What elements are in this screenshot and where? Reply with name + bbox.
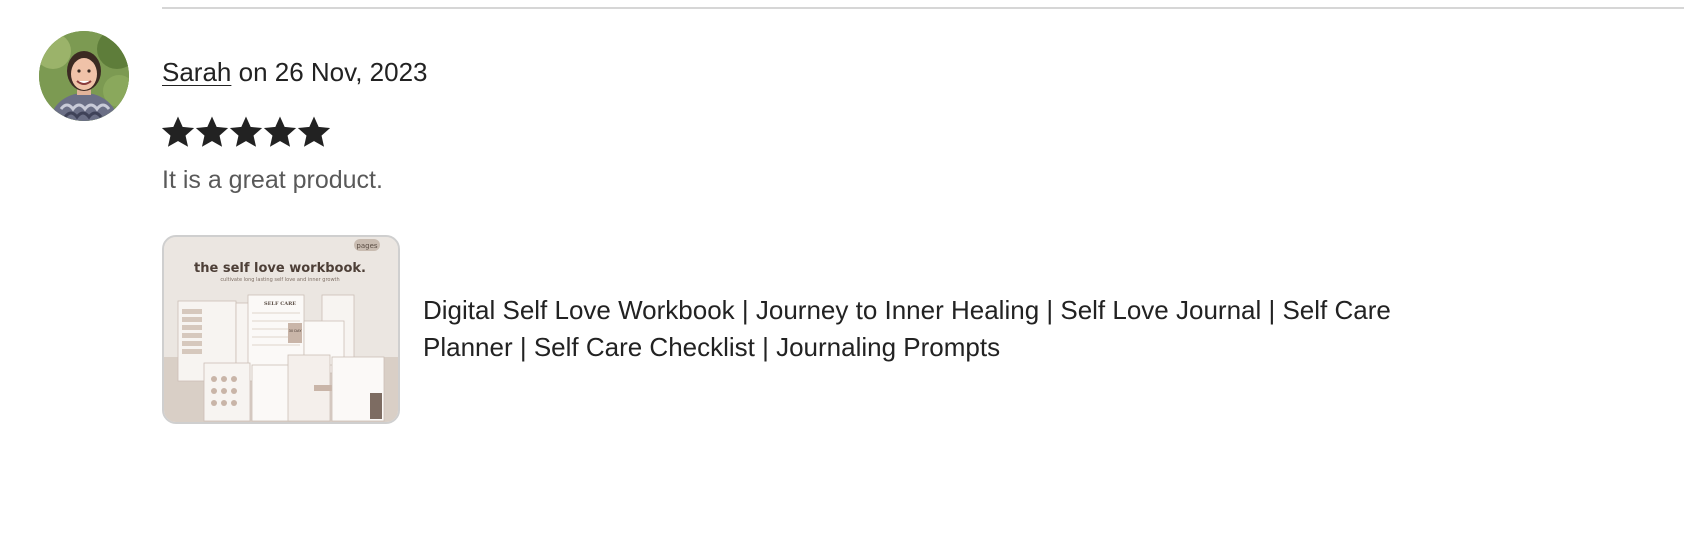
review-meta: Sarah on 26 Nov, 2023 [162, 56, 428, 88]
listing-thumbnail[interactable]: pages the self love workbook. cultivate … [162, 234, 400, 424]
star-icon [264, 116, 296, 147]
star-icon [196, 116, 228, 147]
thumb-heading: the self love workbook. [194, 261, 366, 276]
reviewer-name-link[interactable]: Sarah [162, 57, 231, 87]
review-text: It is a great product. [162, 166, 383, 194]
avatar-image [39, 31, 129, 121]
thumb-badge: pages [356, 242, 377, 250]
star-icon [230, 116, 262, 147]
star-icon [162, 116, 194, 147]
star-rating [162, 116, 330, 148]
listing-thumbnail-image: pages the self love workbook. cultivate … [164, 236, 398, 422]
review-date: on 26 Nov, 2023 [231, 57, 428, 87]
section-divider [162, 7, 1684, 9]
star-icon [298, 116, 330, 147]
listing-link[interactable]: pages the self love workbook. cultivate … [162, 234, 1492, 424]
thumb-subheading: cultivate long lasting self love and inn… [220, 277, 339, 283]
listing-title[interactable]: Digital Self Love Workbook | Journey to … [423, 292, 1483, 366]
avatar[interactable] [39, 31, 129, 121]
thumb-page-label-2: 30 DAY [289, 329, 303, 333]
thumb-page-label-1: SELF CARE [264, 301, 296, 307]
